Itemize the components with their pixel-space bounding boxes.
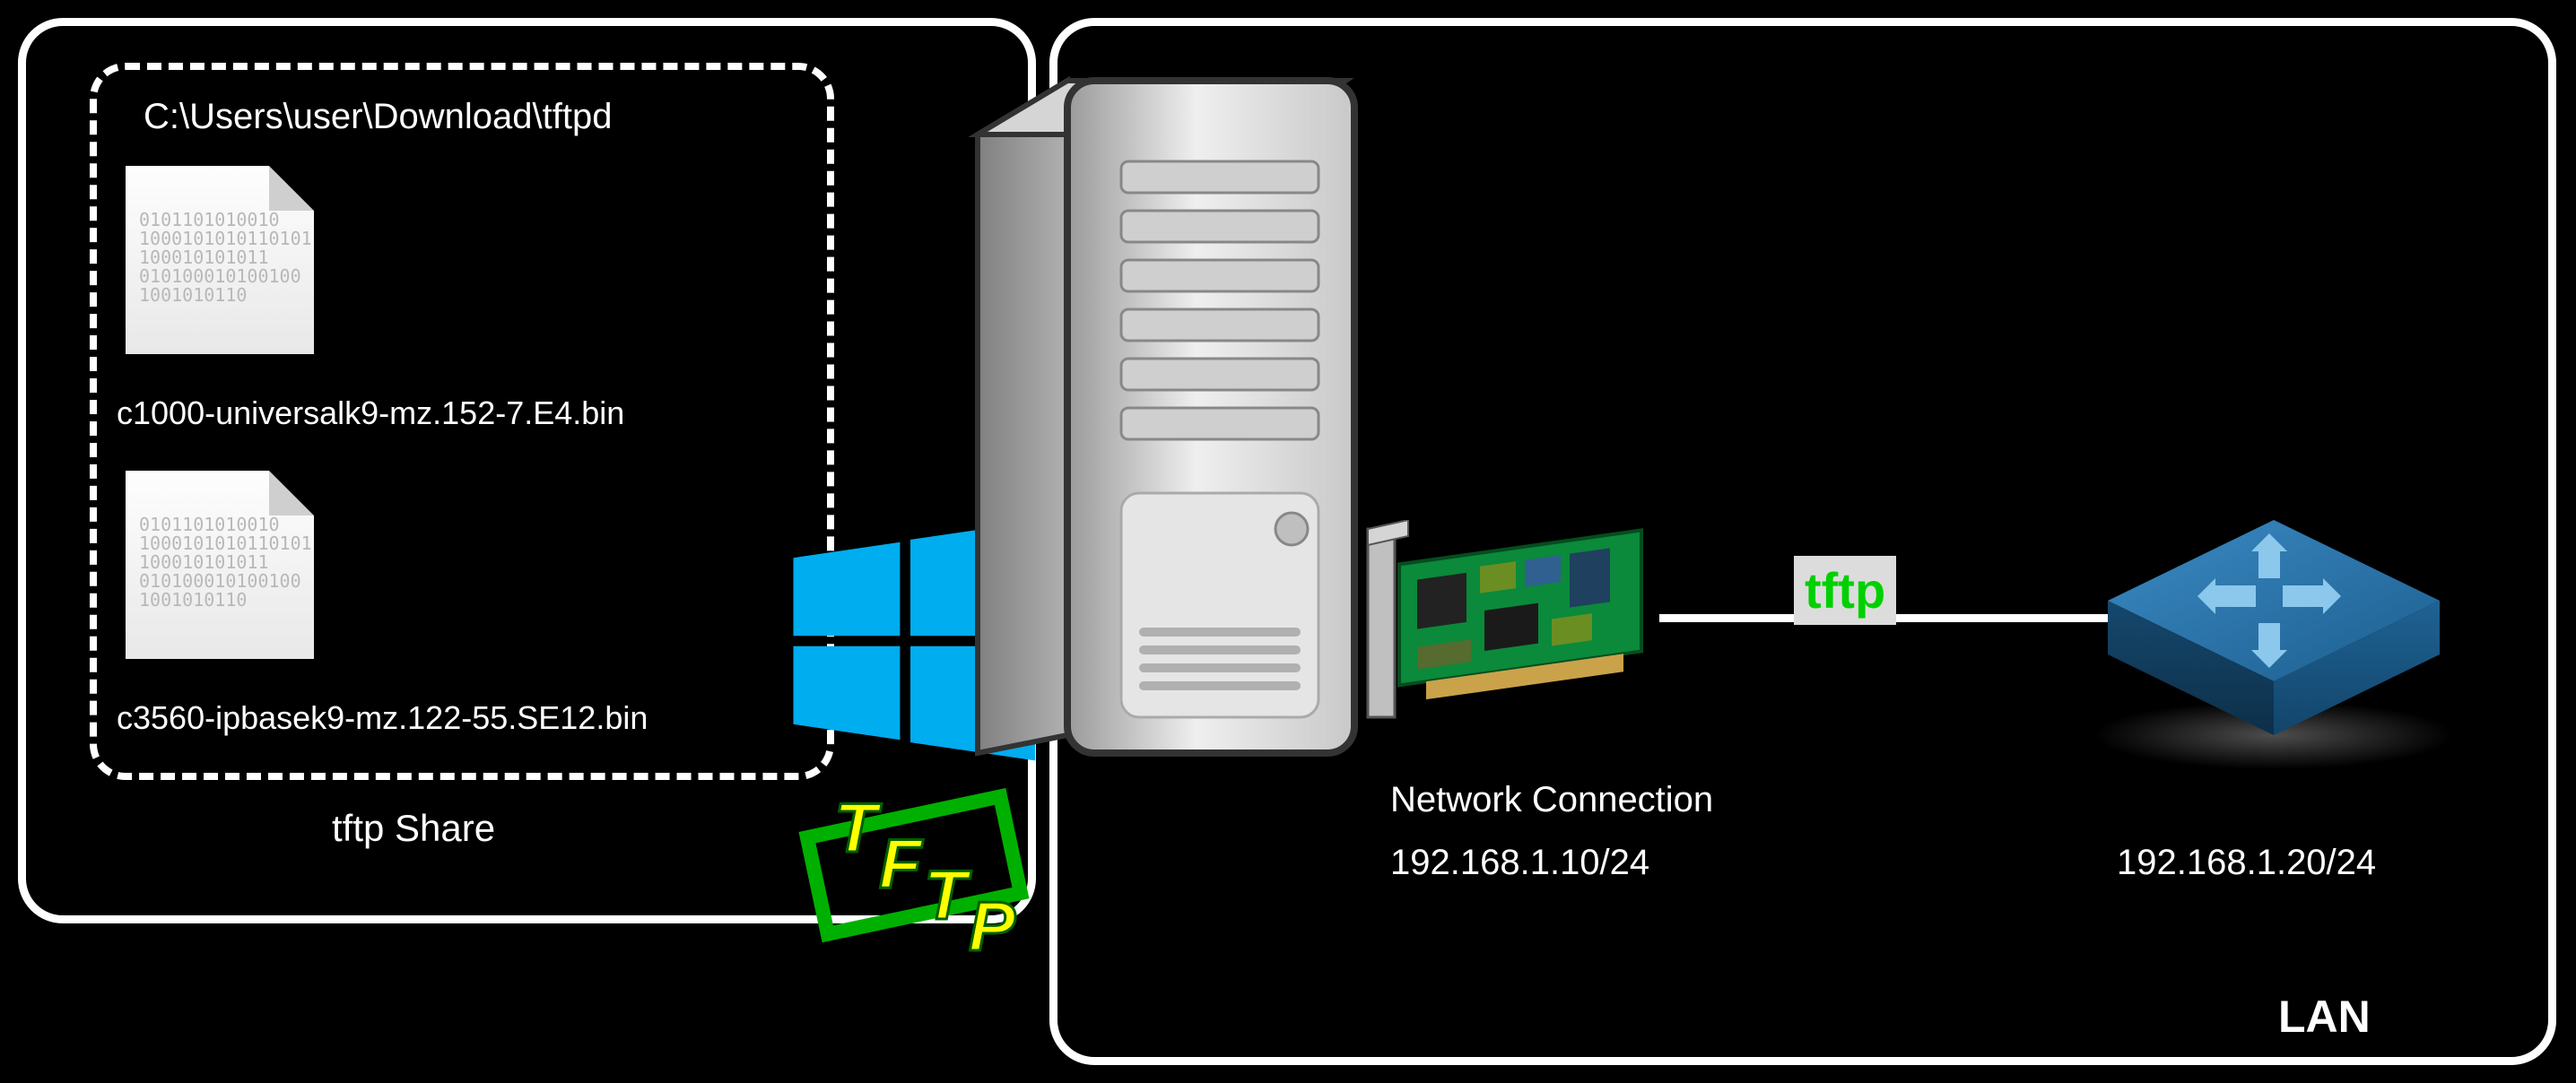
svg-text:T: T xyxy=(834,788,883,867)
nic-label: Network Connection xyxy=(1390,780,1713,820)
binary-file-icon: 0101101010010 1000101010110101 100010101… xyxy=(126,471,314,659)
binary-file-icon: 0101101010010 1000101010110101 100010101… xyxy=(126,166,314,354)
network-switch-icon xyxy=(2081,466,2467,771)
share-path: C:\Users\user\Download\tftpd xyxy=(144,97,612,137)
file-binary-text: 0101101010010 1000101010110101 100010101… xyxy=(139,516,312,610)
svg-text:T: T xyxy=(924,855,972,934)
server-tower-icon xyxy=(960,54,1372,780)
file-name-label: c1000-universalk9-mz.152-7.E4.bin xyxy=(117,394,624,432)
svg-text:F: F xyxy=(879,824,924,903)
tftp-protocol-label: tftp xyxy=(1794,556,1896,625)
switch-ip-address: 192.168.1.20/24 xyxy=(2117,843,2376,883)
tftp-app-icon: T F T P xyxy=(789,780,1040,959)
nic-ip-address: 192.168.1.10/24 xyxy=(1390,843,1649,883)
file-binary-text: 0101101010010 1000101010110101 100010101… xyxy=(139,211,312,305)
file-name-label: c3560-ipbasek9-mz.122-55.SE12.bin xyxy=(117,699,648,737)
svg-text:P: P xyxy=(969,887,1016,959)
network-card-icon xyxy=(1363,520,1659,735)
share-label: tftp Share xyxy=(332,807,495,850)
lan-label: LAN xyxy=(2278,991,2371,1043)
